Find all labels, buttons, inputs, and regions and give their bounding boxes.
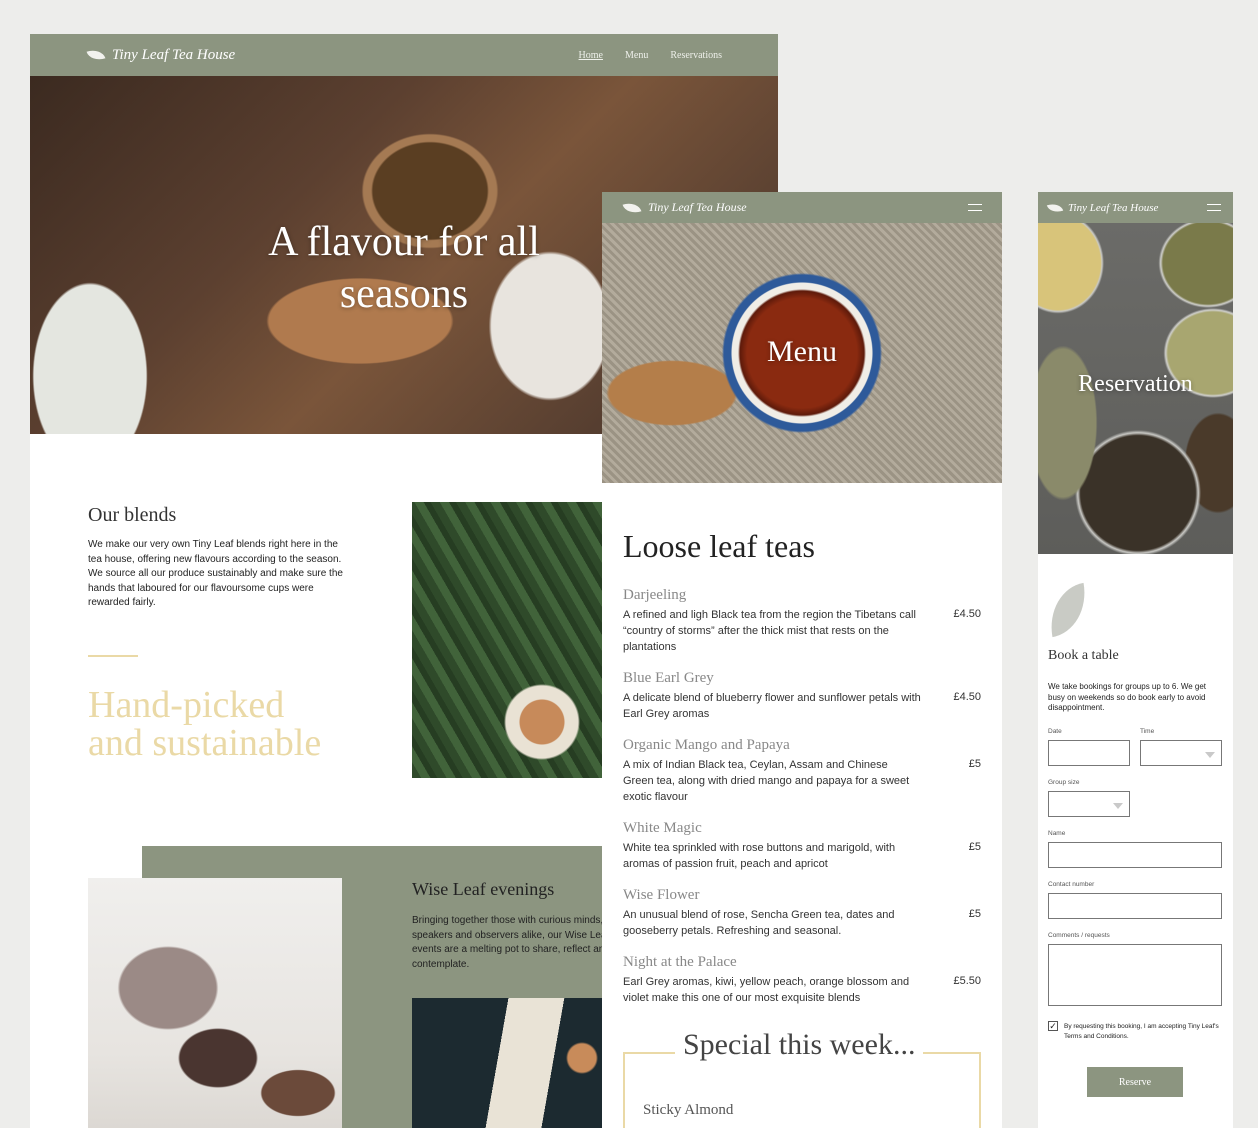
hero-title: Menu xyxy=(767,335,837,368)
hero-tea-spoons-image: Reservation xyxy=(1038,223,1233,554)
menu-item: Night at the Palace Earl Grey aromas, ki… xyxy=(623,954,981,1006)
menu-item-name: Blue Earl Grey xyxy=(623,670,714,686)
handpicked-line-2: and sustainable xyxy=(88,722,322,764)
hamburger-menu-icon[interactable] xyxy=(968,204,982,211)
brand-name: Tiny Leaf Tea House xyxy=(1068,201,1159,214)
book-table-text: We take bookings for groups up to 6. We … xyxy=(1048,682,1207,712)
name-field[interactable] xyxy=(1048,842,1222,868)
nav-link-menu[interactable]: Menu xyxy=(625,50,648,61)
terms-checkbox[interactable]: ✓ xyxy=(1048,1021,1058,1031)
menu-item-name: Night at the Palace xyxy=(623,954,737,970)
special-item-name: Sticky Almond xyxy=(643,1102,734,1118)
leaf-logo-icon xyxy=(1044,582,1092,638)
nav-link-home[interactable]: Home xyxy=(579,50,603,61)
brand-name: Tiny Leaf Tea House xyxy=(648,200,747,214)
hero-title: Reservation xyxy=(1078,371,1193,397)
tea-leaves-image xyxy=(412,502,612,778)
time-label: Time xyxy=(1140,728,1155,735)
chevron-down-icon xyxy=(1113,803,1123,809)
chevron-down-icon xyxy=(1205,752,1215,758)
mobile-reservation-page: Tiny Leaf Tea House Reservation Book a t… xyxy=(1038,192,1233,1128)
menu-item-price: £4.50 xyxy=(953,691,981,703)
hamburger-menu-icon[interactable] xyxy=(1207,204,1221,211)
menu-item-price: £5 xyxy=(968,908,981,920)
menu-item-name: Wise Flower xyxy=(623,887,700,903)
brand-name: Tiny Leaf Tea House xyxy=(112,46,236,63)
pouring-tea-image xyxy=(88,878,342,1128)
time-select[interactable] xyxy=(1140,740,1222,766)
terms-label: By requesting this booking, I am accepti… xyxy=(1064,1023,1219,1040)
menu-item: Darjeeling A refined and ligh Black tea … xyxy=(623,587,981,655)
menu-item-name: White Magic xyxy=(623,820,702,836)
desktop-navbar: Tiny Leaf Tea House Home Menu Reservatio… xyxy=(30,34,778,76)
date-label: Date xyxy=(1048,728,1062,735)
special-box: Special this week... Sticky Almond xyxy=(623,1028,981,1128)
name-label: Name xyxy=(1048,830,1066,837)
contact-field[interactable] xyxy=(1048,893,1222,919)
wise-leaf-text: Bringing together those with curious min… xyxy=(412,915,610,970)
hero-tea-cup-image: Menu xyxy=(602,223,1002,483)
menu-item-description: A refined and ligh Black tea from the re… xyxy=(623,609,916,653)
menu-item: Blue Earl Grey A delicate blend of blueb… xyxy=(623,670,981,722)
nav-link-reservations[interactable]: Reservations xyxy=(670,50,722,61)
group-size-select[interactable] xyxy=(1048,791,1130,817)
brand-logo[interactable]: Tiny Leaf Tea House xyxy=(86,46,236,64)
contact-label: Contact number xyxy=(1048,881,1095,888)
menu-item-price: £5 xyxy=(968,841,981,853)
menu-item: Organic Mango and Papaya A mix of Indian… xyxy=(623,737,981,805)
menu-item-price: £5.50 xyxy=(953,975,981,987)
menu-item: Wise Flower An unusual blend of rose, Se… xyxy=(623,887,981,939)
group-size-label: Group size xyxy=(1048,779,1080,786)
menu-item-price: £5 xyxy=(968,758,981,770)
comments-field[interactable] xyxy=(1048,944,1222,1006)
leaf-icon xyxy=(1046,200,1064,215)
menu-item-description: A delicate blend of blueberry flower and… xyxy=(623,692,921,720)
brand-logo[interactable]: Tiny Leaf Tea House xyxy=(622,199,747,216)
menu-item-description: An unusual blend of rose, Sencha Green t… xyxy=(623,909,895,937)
leaf-icon xyxy=(622,199,642,216)
date-field[interactable] xyxy=(1048,740,1130,766)
brand-logo[interactable]: Tiny Leaf Tea House xyxy=(1046,200,1159,215)
handpicked-line-1: Hand-picked xyxy=(88,684,285,726)
menu-item: White Magic White tea sprinkled with ros… xyxy=(623,820,981,872)
reserve-button[interactable]: Reserve xyxy=(1087,1067,1183,1097)
blends-text: We make our very own Tiny Leaf blends ri… xyxy=(88,539,343,608)
nav-links: Home Menu Reservations xyxy=(579,50,722,61)
mobile-navbar: Tiny Leaf Tea House xyxy=(1038,192,1233,223)
menu-item-name: Darjeeling xyxy=(623,587,687,603)
menu-item-description: Earl Grey aromas, kiwi, yellow peach, or… xyxy=(623,976,910,1004)
menu-item-price: £4.50 xyxy=(953,608,981,620)
tablet-navbar: Tiny Leaf Tea House xyxy=(602,192,1002,223)
loose-leaf-heading: Loose leaf teas xyxy=(623,528,815,564)
menu-item-description: A mix of Indian Black tea, Ceylan, Assam… xyxy=(623,759,910,803)
book-table-heading: Book a table xyxy=(1048,648,1119,663)
handpicked-heading: Hand-picked and sustainable xyxy=(88,686,321,762)
book-flower-image xyxy=(412,998,612,1128)
blends-heading: Our blends xyxy=(88,504,177,526)
menu-item-name: Organic Mango and Papaya xyxy=(623,737,790,753)
menu-item-description: White tea sprinkled with rose buttons an… xyxy=(623,842,896,870)
gold-divider xyxy=(88,655,138,657)
comments-label: Comments / requests xyxy=(1048,932,1110,939)
tablet-menu-page: Tiny Leaf Tea House Menu Loose leaf teas… xyxy=(602,192,1002,1128)
special-heading: Special this week... xyxy=(675,1028,924,1062)
leaf-icon xyxy=(86,46,106,64)
wise-leaf-heading: Wise Leaf evenings xyxy=(412,879,555,899)
